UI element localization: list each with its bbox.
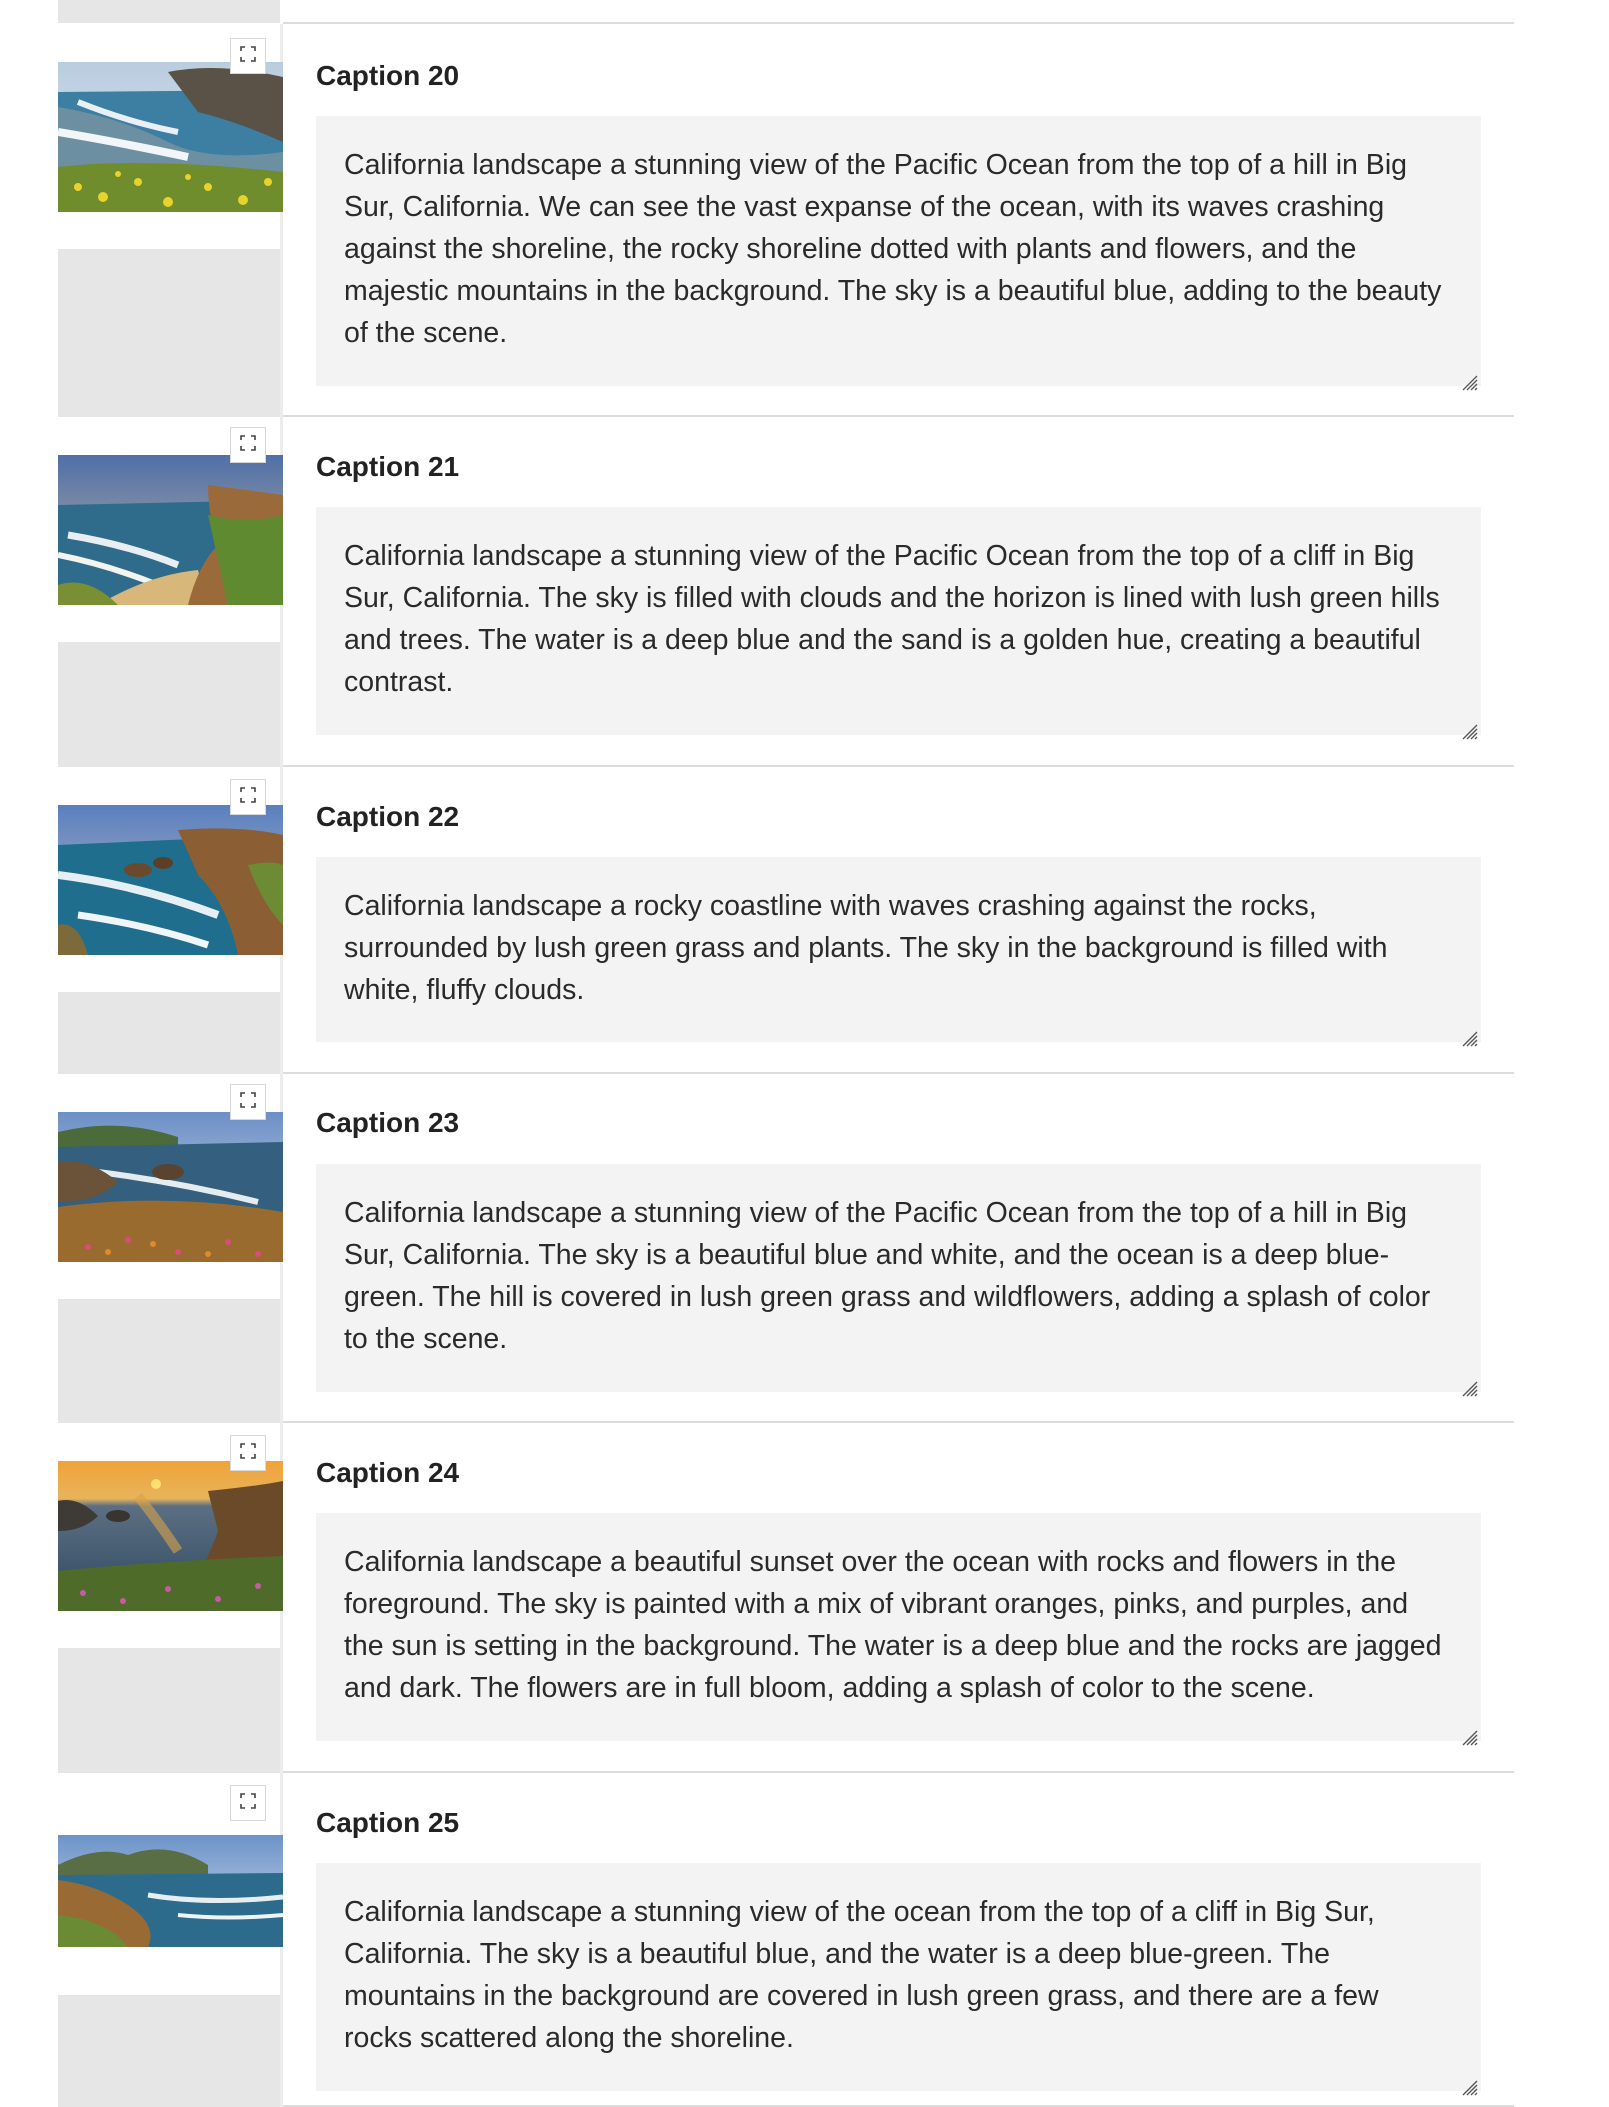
caption-text: California landscape a stunning view of … [344,540,1440,698]
fullscreen-expand-icon [240,434,256,456]
resize-grip-icon[interactable] [1457,362,1479,391]
caption-title: Caption 25 [316,1807,460,1838]
caption-row: Caption 22 California landscape a rocky … [0,767,1609,1074]
thumbnail-image[interactable] [58,1112,283,1262]
caption-textarea[interactable]: California landscape a stunning view of … [316,1164,1481,1397]
thumbnail-column [58,1773,283,2107]
caption-title: Caption 24 [316,1457,460,1488]
caption-content: Caption 20 California landscape a stunni… [283,24,1514,417]
resize-grip-icon[interactable] [1457,1717,1479,1746]
expand-image-button[interactable] [230,779,266,815]
fullscreen-expand-icon [240,1442,256,1464]
caption-textarea[interactable]: California landscape a stunning view of … [316,116,1481,391]
caption-content: Caption 24 California landscape a beauti… [283,1423,1514,1773]
caption-content: Caption 25 California landscape a stunni… [283,1773,1514,2107]
caption-content: Caption 21 California landscape a stunni… [283,417,1514,767]
caption-textarea[interactable]: California landscape a stunning view of … [316,1863,1481,2096]
previous-thumb-column-stub [58,0,280,23]
caption-title: Caption 23 [316,1107,460,1138]
caption-textarea[interactable]: California landscape a stunning view of … [316,507,1481,740]
caption-row: Caption 21 California landscape a stunni… [0,417,1609,767]
expand-image-button[interactable] [230,1084,266,1120]
caption-row: Caption 25 California landscape a stunni… [0,1773,1609,2107]
expand-image-button[interactable] [230,38,266,74]
caption-row: Caption 20 California landscape a stunni… [0,24,1609,417]
expand-image-button[interactable] [230,1435,266,1471]
resize-grip-icon[interactable] [1457,711,1479,740]
caption-textarea[interactable]: California landscape a beautiful sunset … [316,1513,1481,1746]
caption-text: California landscape a rocky coastline w… [344,890,1388,1006]
caption-text: California landscape a beautiful sunset … [344,1546,1442,1704]
caption-row: Caption 24 California landscape a beauti… [0,1423,1609,1773]
caption-content: Caption 22 California landscape a rocky … [283,767,1514,1074]
caption-title: Caption 22 [316,801,460,832]
thumbnail-image[interactable] [58,1835,283,1947]
thumbnail-image[interactable] [58,1461,283,1611]
resize-grip-icon[interactable] [1457,1368,1479,1397]
thumbnail-column [58,417,283,767]
expand-image-button[interactable] [230,1785,266,1821]
thumbnail-column [58,24,283,417]
thumbnail-column [58,1423,283,1773]
caption-text: California landscape a stunning view of … [344,149,1442,349]
fullscreen-expand-icon [240,1091,256,1113]
caption-text: California landscape a stunning view of … [344,1896,1379,2054]
caption-title: Caption 21 [316,451,460,482]
thumbnail-image[interactable] [58,62,283,212]
fullscreen-expand-icon [240,786,256,808]
caption-gallery-page: Caption 20 California landscape a stunni… [0,0,1609,2107]
expand-image-button[interactable] [230,427,266,463]
caption-row: Caption 23 California landscape a stunni… [0,1074,1609,1423]
resize-grip-icon[interactable] [1457,1018,1479,1047]
fullscreen-expand-icon [240,1792,256,1814]
thumbnail-image[interactable] [58,455,283,605]
caption-title: Caption 20 [316,60,460,91]
caption-content: Caption 23 California landscape a stunni… [283,1074,1514,1423]
thumbnail-column [58,1074,283,1423]
fullscreen-expand-icon [240,45,256,67]
thumbnail-image[interactable] [58,805,283,955]
resize-grip-icon[interactable] [1457,2067,1479,2096]
caption-text: California landscape a stunning view of … [344,1197,1431,1355]
caption-textarea[interactable]: California landscape a rocky coastline w… [316,857,1481,1047]
